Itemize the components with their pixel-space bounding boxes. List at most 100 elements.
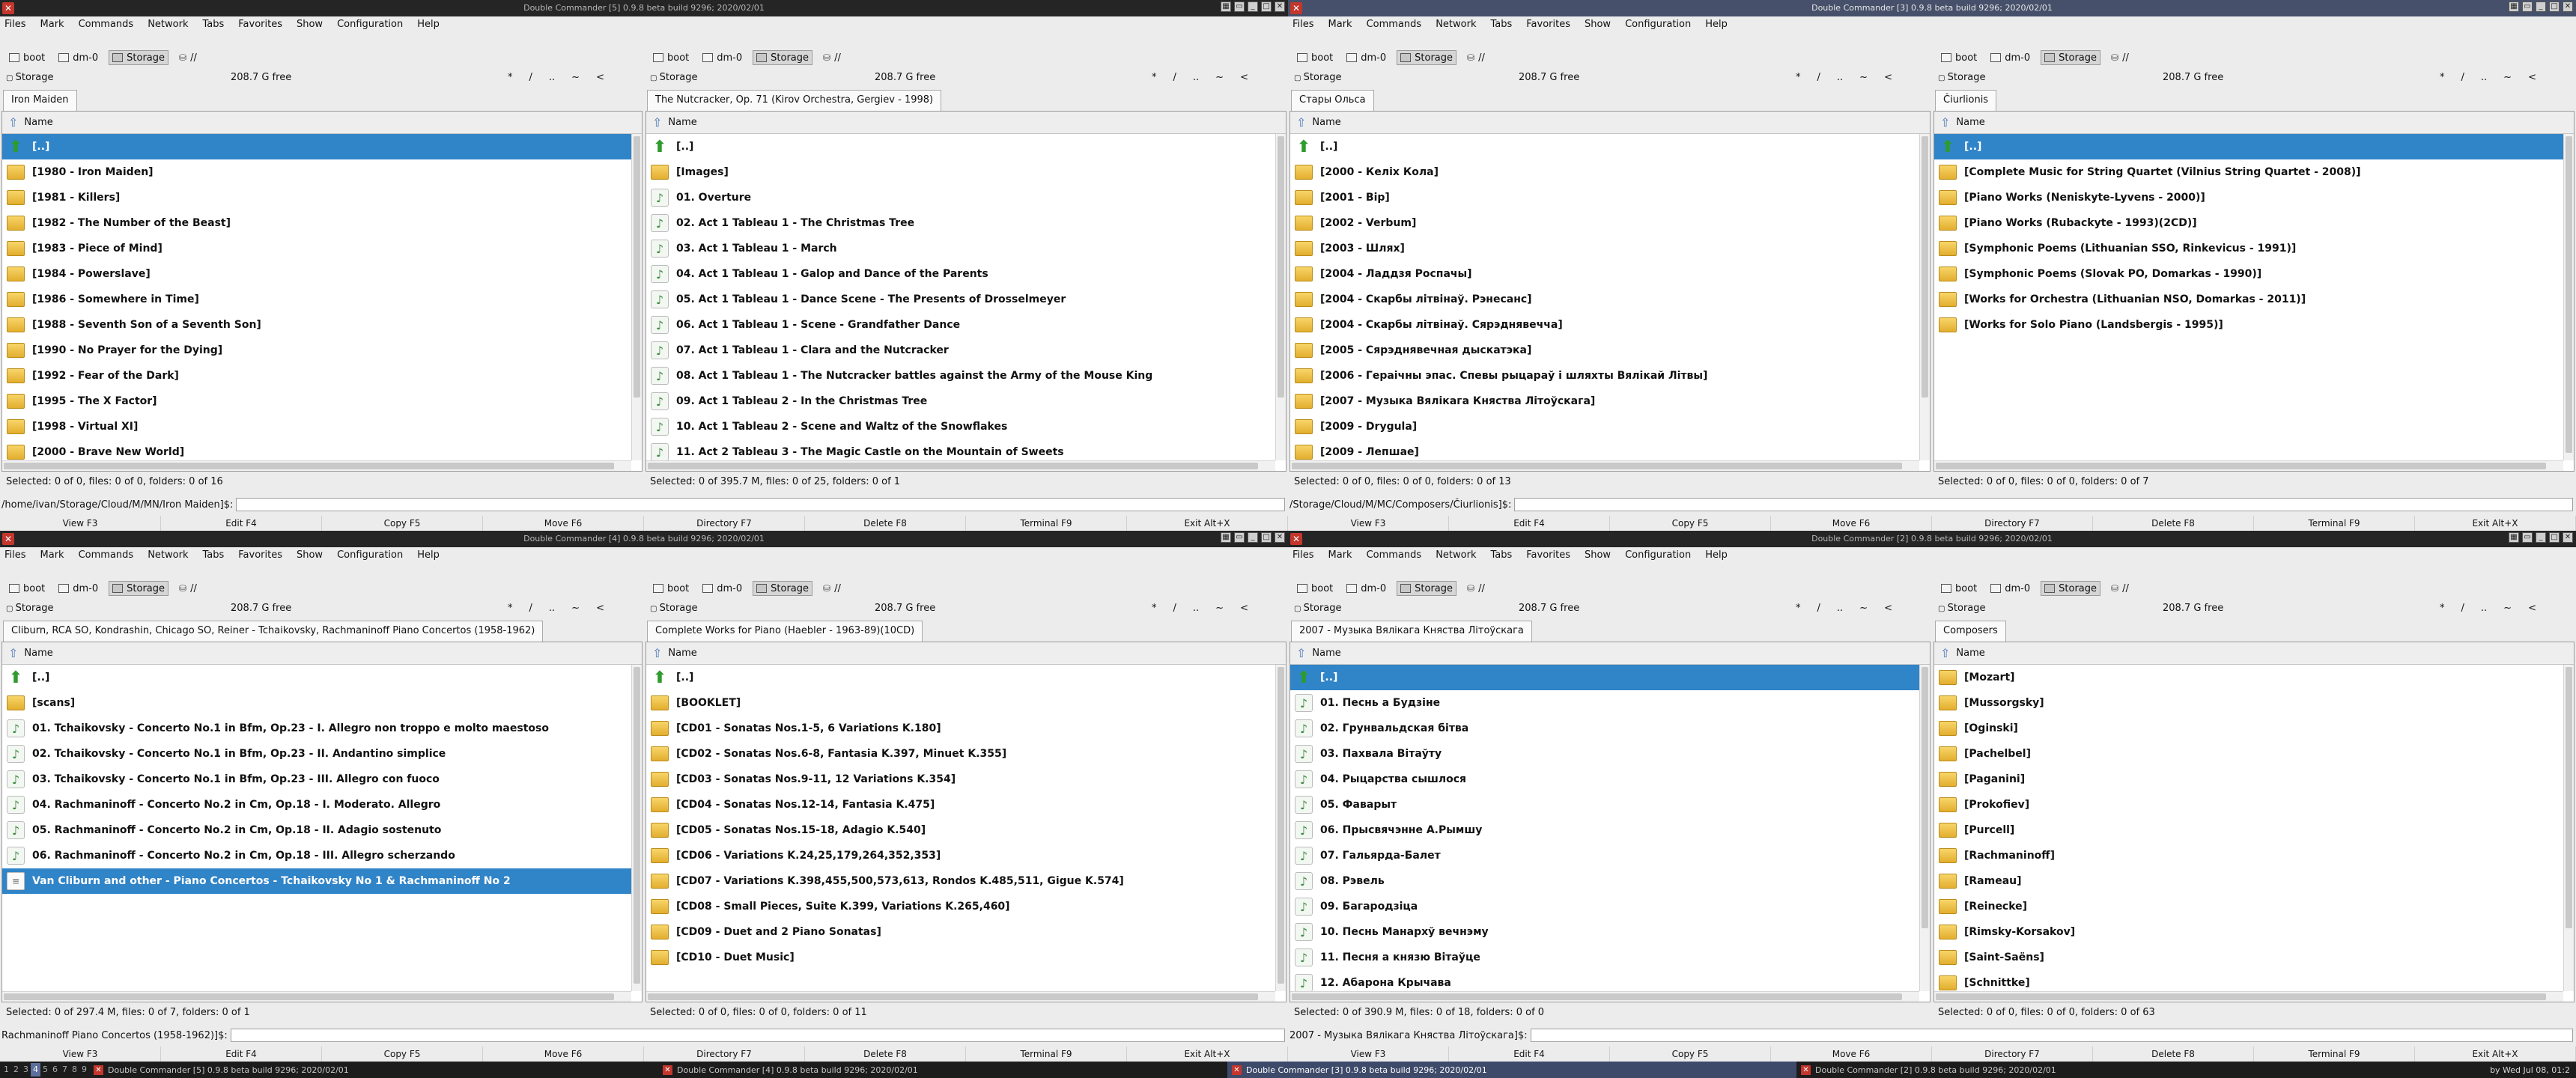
menu-item[interactable]: Files: [4, 19, 26, 30]
file-row[interactable]: ♪ 04. Rachmaninoff - Concerto No.2 in Cm,…: [2, 792, 642, 817]
file-row[interactable]: [Images]: [646, 159, 1286, 185]
column-header[interactable]: ⇧ Name: [1290, 112, 1930, 134]
root-button[interactable]: ⛁//: [820, 50, 844, 65]
storage-drive-button[interactable]: Storage: [753, 50, 813, 65]
menu-item[interactable]: Configuration: [337, 19, 403, 30]
maximize-icon[interactable]: □: [1261, 1, 1272, 12]
nav-button[interactable]: *: [1796, 72, 1801, 83]
restore-icon[interactable]: ▭: [1234, 1, 1245, 12]
maximize-icon[interactable]: □: [1261, 532, 1272, 543]
dm0-drive-button[interactable]: dm-0: [699, 50, 745, 65]
file-row[interactable]: [Rachmaninoff]: [1934, 843, 2574, 868]
scroll-thumb[interactable]: [1292, 463, 1902, 469]
column-header[interactable]: ⇧ Name: [2, 112, 642, 134]
horizontal-scrollbar[interactable]: [646, 991, 1275, 1002]
menu-item[interactable]: Mark: [1328, 549, 1352, 561]
menu-item[interactable]: Tabs: [202, 549, 224, 561]
horizontal-scrollbar[interactable]: [1290, 460, 1919, 471]
nav-button[interactable]: ..: [2481, 603, 2487, 614]
storage-drive-button[interactable]: Storage: [753, 581, 813, 596]
file-row[interactable]: [1981 - Killers]: [2, 185, 642, 210]
tile-icon[interactable]: ▦: [1221, 532, 1231, 543]
close-icon[interactable]: ✕: [2563, 532, 2573, 543]
scroll-thumb[interactable]: [1292, 993, 1902, 1000]
file-row[interactable]: [BOOKLET]: [646, 690, 1286, 716]
file-row[interactable]: ⬆ [..]: [1290, 134, 1930, 159]
drive-info[interactable]: ▢ Storage: [650, 603, 875, 614]
nav-button[interactable]: *: [508, 72, 513, 83]
storage-drive-button[interactable]: Storage: [109, 581, 169, 596]
scroll-thumb[interactable]: [1936, 993, 2546, 1000]
workspace-button[interactable]: 9: [79, 1063, 89, 1077]
file-row[interactable]: [Rameau]: [1934, 868, 2574, 894]
panel-tab[interactable]: Composers: [1935, 621, 2006, 642]
root-button[interactable]: ⛁//: [2108, 50, 2132, 65]
fkey-button[interactable]: Copy F5: [1610, 1047, 1771, 1062]
menu-item[interactable]: Files: [1292, 549, 1314, 561]
boot-drive-button[interactable]: boot: [650, 50, 692, 65]
vertical-scrollbar[interactable]: [1919, 665, 1930, 991]
close-icon[interactable]: ✕: [1275, 532, 1285, 543]
boot-drive-button[interactable]: boot: [1294, 581, 1336, 596]
file-row[interactable]: [Works for Solo Piano (Landsbergis - 199…: [1934, 312, 2574, 338]
horizontal-scrollbar[interactable]: [1934, 991, 2563, 1002]
panel-tab[interactable]: Čiurlionis: [1935, 90, 1997, 111]
command-input[interactable]: [1530, 1029, 2573, 1042]
fkey-button[interactable]: Directory F7: [644, 1047, 805, 1062]
nav-button[interactable]: <: [596, 603, 604, 614]
file-row[interactable]: [Mozart]: [1934, 665, 2574, 690]
file-row[interactable]: ♪ 04. Act 1 Tableau 1 - Galop and Dance o…: [646, 261, 1286, 287]
nav-button[interactable]: <: [1884, 603, 1892, 614]
panel-tab[interactable]: Complete Works for Piano (Haebler - 1963…: [647, 621, 923, 642]
fkey-button[interactable]: Exit Alt+X: [1127, 516, 1288, 531]
nav-button[interactable]: <: [1240, 603, 1248, 614]
workspace-button[interactable]: 4: [31, 1063, 40, 1077]
restore-icon[interactable]: ▭: [2522, 1, 2533, 12]
horizontal-scrollbar[interactable]: [646, 460, 1275, 471]
menu-item[interactable]: Show: [1585, 19, 1611, 30]
nav-button[interactable]: /: [1817, 603, 1820, 614]
file-row[interactable]: [Prokofiev]: [1934, 792, 2574, 817]
close-icon[interactable]: ✕: [1275, 1, 1285, 12]
file-row[interactable]: [2005 - Сярэднявечная дыскатэка]: [1290, 338, 1930, 363]
workspace-button[interactable]: 1: [1, 1063, 11, 1077]
nav-button[interactable]: ~: [2503, 603, 2512, 614]
menu-item[interactable]: Network: [148, 549, 188, 561]
column-header[interactable]: ⇧ Name: [1290, 642, 1930, 665]
file-row[interactable]: ♪ 06. Rachmaninoff - Concerto No.2 in Cm,…: [2, 843, 642, 868]
root-button[interactable]: ⛁//: [2108, 581, 2132, 596]
file-row[interactable]: [CD07 - Variations K.398,455,500,573,613…: [646, 868, 1286, 894]
menu-item[interactable]: Mark: [40, 19, 64, 30]
fkey-button[interactable]: View F3: [0, 1047, 161, 1062]
fkey-button[interactable]: Delete F8: [805, 516, 966, 531]
nav-button[interactable]: <: [1884, 72, 1892, 83]
file-row[interactable]: ⬆ [..]: [2, 134, 642, 159]
nav-button[interactable]: /: [1173, 72, 1176, 83]
taskbar-task-dc4[interactable]: ✕ Double Commander [4] 0.9.8 beta build 9…: [658, 1062, 1227, 1078]
scroll-thumb[interactable]: [648, 463, 1258, 469]
nav-button[interactable]: ..: [1837, 603, 1843, 614]
tile-icon[interactable]: ▦: [2509, 1, 2519, 12]
file-row[interactable]: [CD01 - Sonatas Nos.1-5, 6 Variations K.…: [646, 716, 1286, 741]
scroll-thumb[interactable]: [1922, 667, 1928, 928]
file-row[interactable]: ♪ 03. Act 1 Tableau 1 - March: [646, 236, 1286, 261]
file-row[interactable]: [2006 - Гераічны эпас. Спевы рыцараў і ш…: [1290, 363, 1930, 389]
vertical-scrollbar[interactable]: [631, 134, 642, 460]
vertical-scrollbar[interactable]: [2563, 134, 2574, 460]
fkey-button[interactable]: Terminal F9: [2254, 516, 2415, 531]
nav-button[interactable]: ..: [2481, 72, 2487, 83]
dm0-drive-button[interactable]: dm-0: [55, 581, 101, 596]
menu-item[interactable]: Commands: [79, 19, 134, 30]
file-row[interactable]: ♪ 02. Tchaikovsky - Concerto No.1 in Bfm,…: [2, 741, 642, 767]
file-row[interactable]: ♪ 10. Песнь Манархў вечнэму: [1290, 919, 1930, 945]
drive-info[interactable]: ▢ Storage: [1294, 603, 1519, 614]
fkey-button[interactable]: View F3: [1288, 1047, 1449, 1062]
column-header[interactable]: ⇧ Name: [1934, 112, 2574, 134]
fkey-button[interactable]: Exit Alt+X: [2415, 1047, 2576, 1062]
nav-button[interactable]: ~: [1859, 72, 1868, 83]
dm0-drive-button[interactable]: dm-0: [699, 581, 745, 596]
maximize-icon[interactable]: □: [2549, 532, 2560, 543]
vertical-scrollbar[interactable]: [1275, 134, 1286, 460]
fkey-button[interactable]: Move F6: [483, 516, 644, 531]
file-row[interactable]: [Purcell]: [1934, 817, 2574, 843]
